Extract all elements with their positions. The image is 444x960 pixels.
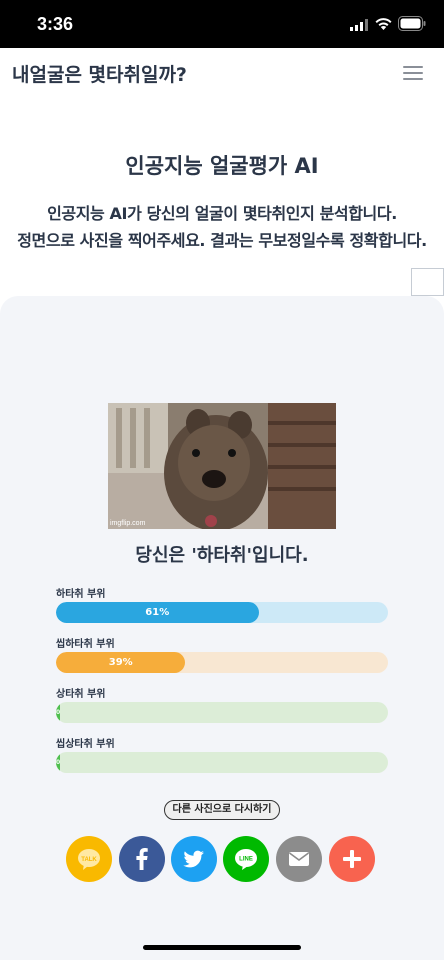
share-kakaotalk-button[interactable]: TALK xyxy=(66,836,112,882)
status-bar: 3:36 xyxy=(0,0,444,48)
facebook-icon xyxy=(136,848,148,870)
share-twitter-button[interactable] xyxy=(171,836,217,882)
bar-label: 상타취 부위 xyxy=(56,689,106,700)
share-email-button[interactable] xyxy=(276,836,322,882)
bar-fill: 39% xyxy=(56,652,186,673)
intro-line-1: 인공지능 AI가 당신의 얼굴이 몇타취인지 분석합니다. xyxy=(47,204,397,223)
share-line-button[interactable]: LINE xyxy=(223,836,269,882)
hamburger-menu-icon[interactable] xyxy=(403,66,423,82)
bar-track: 0% xyxy=(56,752,388,773)
result-text: 당신은 '하타취'입니다. xyxy=(135,545,309,566)
line-icon: LINE xyxy=(235,849,257,870)
bar-fill: 61% xyxy=(56,602,259,623)
kakaotalk-icon: TALK xyxy=(78,849,100,870)
result-bar-1: 하타취 부위 61% xyxy=(56,585,388,623)
line-text: LINE xyxy=(239,857,253,863)
intro-section: 인공지능 얼굴평가 AI 인공지능 AI가 당신의 얼굴이 몇타취인지 분석합니… xyxy=(0,150,444,254)
app-title[interactable]: 내얼굴은 몇타취일까? xyxy=(12,60,187,87)
status-time: 3:36 xyxy=(37,14,74,34)
bar-track: 39% xyxy=(56,652,388,673)
bar-label: 하타취 부위 xyxy=(56,589,106,600)
intro-line-2: 정면으로 사진을 찍어주세요. 결과는 무보정일수록 정확합니다. xyxy=(17,231,427,250)
twitter-icon xyxy=(183,850,204,868)
app-header: 내얼굴은 몇타취일까? xyxy=(0,48,444,98)
page-title: 인공지능 얼굴평가 AI xyxy=(125,154,319,178)
wifi-icon xyxy=(375,18,392,30)
ad-placeholder-box xyxy=(411,268,444,296)
photo-watermark: imgflip.com xyxy=(110,520,146,527)
signal-icon xyxy=(350,19,368,31)
result-bar-2: 씹하타취 부위 39% xyxy=(56,635,388,673)
mail-icon xyxy=(289,852,309,866)
retry-button[interactable]: 다른 사진으로 다시하기 xyxy=(164,800,280,820)
quokka-photo-image xyxy=(108,403,336,529)
bar-track: 61% xyxy=(56,602,388,623)
kakaotalk-text: TALK xyxy=(81,857,97,863)
result-bar-4: 씹상타취 부위 0% xyxy=(56,735,388,773)
plus-icon xyxy=(343,850,361,868)
share-facebook-button[interactable] xyxy=(119,836,165,882)
bar-track: 0% xyxy=(56,702,388,723)
battery-icon xyxy=(398,16,426,31)
bar-fill: 0% xyxy=(56,702,60,723)
intro-description: 인공지능 AI가 당신의 얼굴이 몇타취인지 분석합니다. 정면으로 사진을 찍… xyxy=(0,200,444,254)
share-more-button[interactable] xyxy=(329,836,375,882)
result-bar-3: 상타취 부위 0% xyxy=(56,685,388,723)
bar-label: 씹상타취 부위 xyxy=(56,739,115,750)
bar-fill: 0% xyxy=(56,752,60,773)
bar-label: 씹하타취 부위 xyxy=(56,639,115,650)
result-photo: imgflip.com xyxy=(108,403,336,529)
home-indicator xyxy=(143,945,301,950)
